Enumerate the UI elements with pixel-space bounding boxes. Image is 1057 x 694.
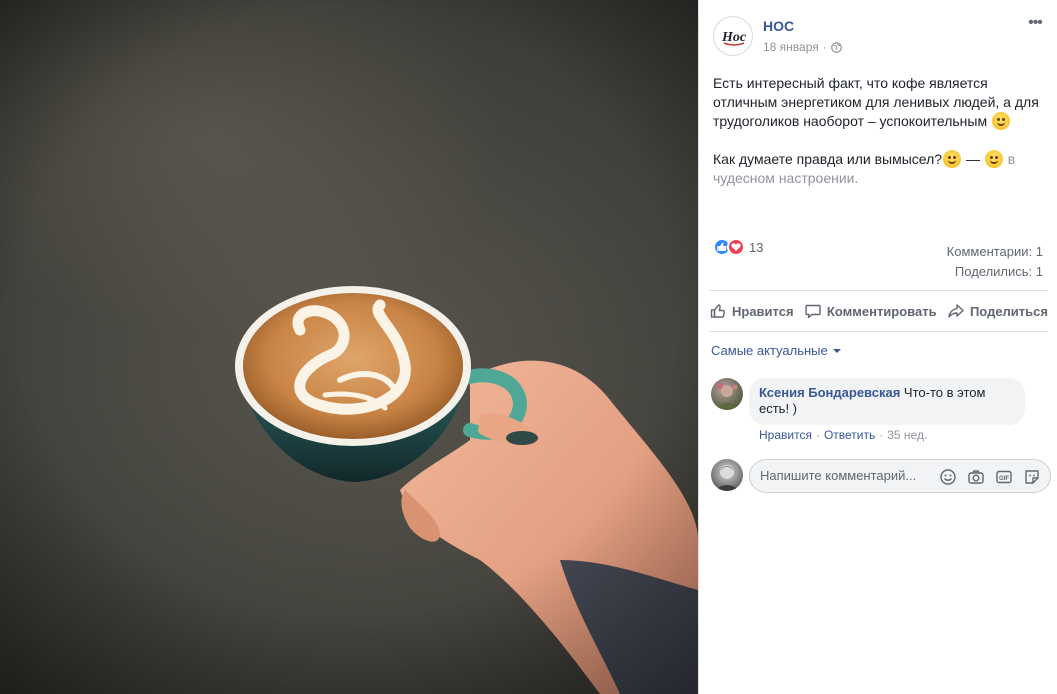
post-actions-bar: Нравится Комментировать Поделиться bbox=[705, 296, 1052, 326]
comment-reply-link[interactable]: Ответить bbox=[824, 428, 875, 442]
smiley-icon[interactable] bbox=[938, 467, 958, 487]
like-button[interactable]: Нравится bbox=[705, 296, 798, 326]
post-text: Есть интересный факт, что кофе является … bbox=[713, 74, 1043, 207]
smiley-emoji-icon bbox=[984, 150, 1003, 168]
share-button[interactable]: Поделиться bbox=[943, 296, 1052, 326]
comment-composer: GIF bbox=[711, 459, 1052, 495]
meta-separator: · bbox=[822, 40, 827, 54]
page-name[interactable]: НОС bbox=[763, 18, 794, 34]
post-photo[interactable] bbox=[0, 0, 698, 694]
love-reaction-icon bbox=[727, 238, 745, 256]
comment-sort-dropdown[interactable]: Самые актуальные bbox=[711, 343, 841, 358]
comment-bubble: Ксения Бондаревская Что-то в этом есть! … bbox=[749, 378, 1025, 425]
comment-button-label: Комментировать bbox=[826, 303, 937, 319]
photo-vignette bbox=[0, 0, 698, 694]
svg-text:GIF: GIF bbox=[999, 476, 1009, 482]
composer-icons: GIF bbox=[938, 467, 1042, 487]
share-arrow-icon bbox=[948, 304, 964, 318]
post-header: Нос НОС 18 января · ••• bbox=[713, 14, 1045, 58]
comment-action-separator: · bbox=[879, 428, 884, 442]
reactions-summary[interactable]: 13 bbox=[713, 238, 763, 256]
comment-actions: Нравится · Ответить · 35 нед. bbox=[759, 428, 927, 442]
post-paragraph-2: Как думаете правда или вымысел? — в чуде… bbox=[713, 150, 1043, 188]
gif-icon[interactable]: GIF bbox=[994, 467, 1014, 487]
post-paragraph-2-text: Как думаете правда или вымысел? bbox=[713, 151, 943, 167]
current-user-avatar bbox=[711, 459, 743, 491]
comment-button[interactable]: Комментировать bbox=[800, 296, 941, 326]
camera-icon[interactable] bbox=[966, 467, 986, 487]
wink-emoji-icon bbox=[992, 112, 1010, 130]
shares-count[interactable]: Поделились: 1 bbox=[947, 262, 1043, 282]
more-options-button[interactable]: ••• bbox=[1025, 15, 1045, 36]
comment-like-link[interactable]: Нравится bbox=[759, 428, 812, 442]
post-paragraph-1: Есть интересный факт, что кофе является … bbox=[713, 74, 1043, 131]
page-avatar[interactable]: Нос bbox=[713, 16, 753, 56]
comment-input-wrapper: GIF bbox=[749, 459, 1051, 493]
like-button-label: Нравится bbox=[732, 303, 794, 319]
post-stats: Комментарии: 1 Поделились: 1 bbox=[947, 242, 1043, 282]
thinking-emoji-icon bbox=[943, 150, 962, 168]
divider bbox=[709, 331, 1048, 332]
feeling-dash: — bbox=[962, 151, 984, 167]
post-meta: 18 января · bbox=[763, 40, 842, 54]
comment-author[interactable]: Ксения Бондаревская bbox=[759, 385, 900, 400]
share-button-label: Поделиться bbox=[969, 303, 1048, 319]
thumbs-up-icon bbox=[710, 304, 726, 318]
post-side-panel: Нос НОС 18 января · ••• Есть интересный … bbox=[698, 0, 1057, 694]
comment-action-separator: · bbox=[815, 428, 820, 442]
comment-input[interactable] bbox=[760, 468, 930, 483]
page-logo-icon: Нос bbox=[715, 18, 752, 55]
comment-sort-label: Самые актуальные bbox=[711, 343, 828, 358]
globe-icon[interactable] bbox=[830, 41, 842, 53]
speech-bubble-icon bbox=[805, 304, 821, 319]
post-paragraph-1-text: Есть интересный факт, что кофе является … bbox=[713, 75, 1039, 129]
divider bbox=[709, 290, 1048, 291]
sticker-icon[interactable] bbox=[1022, 467, 1042, 487]
reaction-count: 13 bbox=[749, 239, 764, 255]
caret-down-icon bbox=[832, 348, 841, 353]
comments-count[interactable]: Комментарии: 1 bbox=[947, 242, 1043, 262]
comment-timestamp[interactable]: 35 нед. bbox=[887, 428, 927, 442]
post-date[interactable]: 18 января bbox=[763, 40, 819, 54]
commenter-avatar[interactable] bbox=[711, 378, 743, 410]
